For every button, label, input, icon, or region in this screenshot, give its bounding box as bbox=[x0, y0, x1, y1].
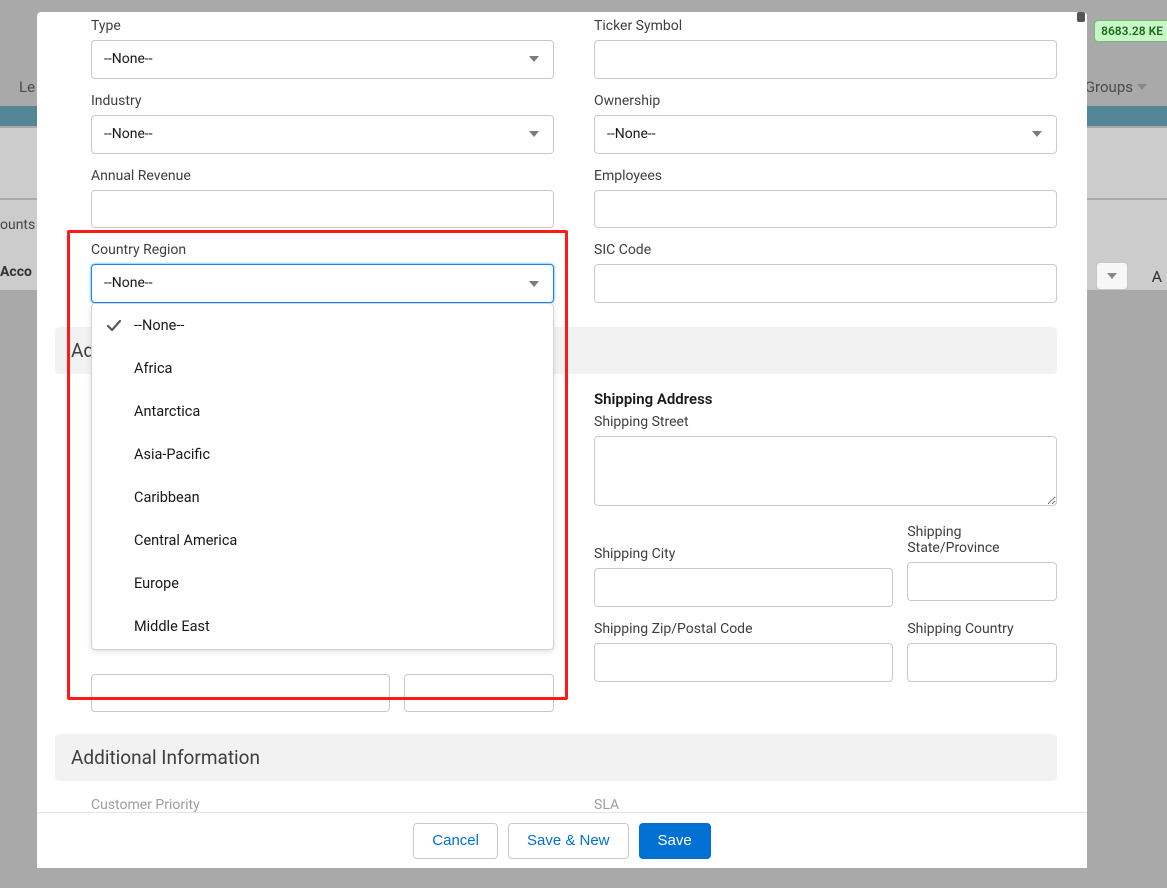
country-region-option[interactable]: Central America bbox=[92, 519, 553, 562]
country-region-option[interactable]: Asia-Pacific bbox=[92, 433, 553, 476]
shipping-country-input[interactable] bbox=[907, 643, 1057, 682]
chevron-down-icon bbox=[529, 281, 539, 287]
customer-priority-label: Customer Priority bbox=[91, 797, 554, 813]
country-region-option-label: Caribbean bbox=[134, 489, 200, 506]
country-region-option[interactable]: Europe bbox=[92, 562, 553, 605]
ownership-select[interactable]: --None-- bbox=[594, 115, 1057, 154]
country-region-option[interactable]: --None-- bbox=[92, 304, 553, 347]
ticker-symbol-label: Ticker Symbol bbox=[594, 18, 1057, 34]
country-region-option-label: Asia-Pacific bbox=[134, 446, 210, 463]
ownership-value: --None-- bbox=[607, 126, 656, 143]
chevron-down-icon bbox=[529, 56, 539, 62]
sic-code-input[interactable] bbox=[594, 264, 1057, 303]
chevron-down-icon bbox=[1107, 273, 1117, 279]
shipping-state-label: Shipping State/Province bbox=[907, 524, 1057, 556]
type-label: Type bbox=[91, 18, 554, 34]
industry-label: Industry bbox=[91, 93, 554, 109]
country-region-option-label: Europe bbox=[134, 575, 179, 592]
bg-right-letter: A bbox=[1152, 267, 1162, 286]
shipping-city-label: Shipping City bbox=[594, 524, 893, 562]
billing-zip-input-partial[interactable] bbox=[91, 674, 390, 712]
nav-fragment-right: Groups bbox=[1085, 78, 1147, 96]
nav-groups-label: Groups bbox=[1085, 78, 1133, 96]
shipping-street-input[interactable] bbox=[594, 436, 1057, 506]
save-and-new-button[interactable]: Save & New bbox=[508, 823, 629, 859]
country-region-option[interactable]: Antarctica bbox=[92, 390, 553, 433]
chevron-down-icon bbox=[1032, 131, 1042, 137]
country-region-option[interactable]: Middle East bbox=[92, 605, 553, 648]
modal-footer: Cancel Save & New Save bbox=[37, 812, 1087, 868]
employees-input[interactable] bbox=[594, 190, 1057, 229]
industry-select[interactable]: --None-- bbox=[91, 115, 554, 154]
country-region-option[interactable]: Caribbean bbox=[92, 476, 553, 519]
perf-badge: 8683.28 KE bbox=[1094, 20, 1167, 42]
employees-label: Employees bbox=[594, 168, 1057, 184]
save-button[interactable]: Save bbox=[639, 823, 711, 859]
nav-fragment-left: Le bbox=[19, 78, 35, 96]
country-region-option-label: --None-- bbox=[134, 317, 184, 334]
bg-right-controls: A bbox=[1096, 262, 1162, 290]
shipping-zip-input[interactable] bbox=[594, 643, 893, 682]
country-region-label: Country Region bbox=[91, 242, 554, 258]
ownership-label: Ownership bbox=[594, 93, 1057, 109]
country-region-select[interactable]: --None-- bbox=[91, 264, 554, 303]
sic-code-label: SIC Code bbox=[594, 242, 1057, 258]
shipping-state-input[interactable] bbox=[907, 562, 1057, 601]
country-region-option-label: Central America bbox=[134, 532, 237, 549]
country-region-listbox[interactable]: --None-- Africa Antarctica Asia-Pacific Cari… bbox=[91, 303, 554, 650]
country-region-value: --None-- bbox=[104, 275, 153, 292]
industry-value: --None-- bbox=[104, 126, 153, 143]
sla-label: SLA bbox=[594, 797, 1057, 813]
annual-revenue-label: Annual Revenue bbox=[91, 168, 554, 184]
country-region-option-label: Africa bbox=[134, 360, 172, 377]
country-region-option-label: Middle East bbox=[134, 618, 210, 635]
type-select[interactable]: --None-- bbox=[91, 40, 554, 79]
shipping-country-label: Shipping Country bbox=[907, 621, 1057, 637]
country-region-option-label: Antarctica bbox=[134, 403, 200, 420]
shipping-street-label: Shipping Street bbox=[594, 414, 1057, 430]
country-region-option[interactable]: Africa bbox=[92, 347, 553, 390]
chevron-down-icon bbox=[529, 131, 539, 137]
shipping-address-title: Shipping Address bbox=[594, 390, 1057, 408]
record-edit-modal: Type --None-- Ticker Symbol Industry bbox=[37, 12, 1087, 868]
additional-info-section-header: Additional Information bbox=[55, 734, 1057, 781]
billing-country-input-partial[interactable] bbox=[404, 674, 554, 712]
ticker-symbol-input[interactable] bbox=[594, 40, 1057, 79]
annual-revenue-input[interactable] bbox=[91, 190, 554, 229]
shipping-zip-label: Shipping Zip/Postal Code bbox=[594, 621, 893, 637]
shipping-city-input[interactable] bbox=[594, 568, 893, 607]
check-icon bbox=[106, 318, 122, 334]
bg-text-ounts: ounts bbox=[0, 217, 35, 233]
bg-text-acco: Acco bbox=[0, 264, 32, 280]
cancel-button[interactable]: Cancel bbox=[413, 823, 498, 859]
type-value: --None-- bbox=[104, 51, 153, 68]
chevron-down-icon bbox=[1137, 84, 1147, 90]
